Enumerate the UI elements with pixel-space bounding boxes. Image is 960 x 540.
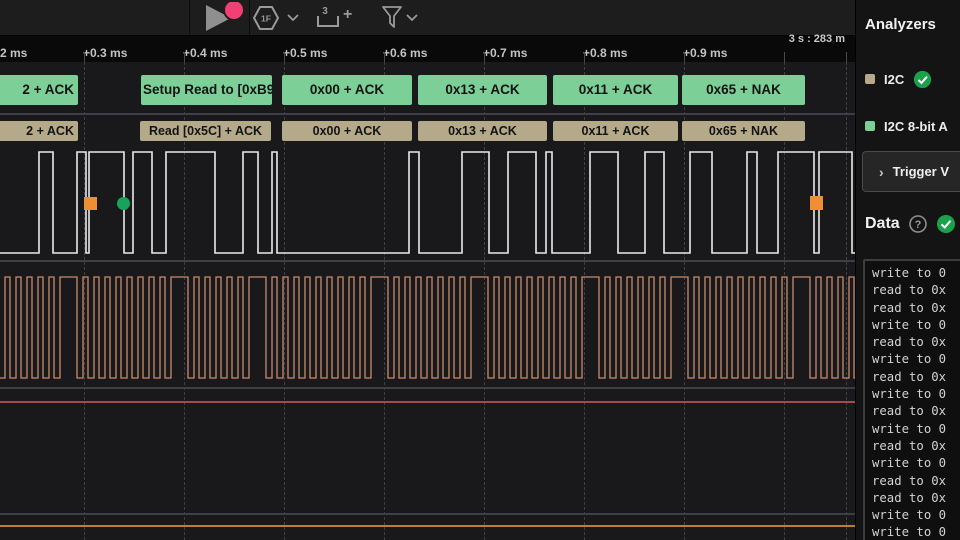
check-badge-icon [936, 215, 955, 233]
orange-square-marker[interactable] [84, 197, 97, 210]
i2c-8bit-annotations-bubble[interactable]: 0x00 + ACK [282, 75, 412, 105]
analyzers-title: Analyzers [865, 16, 936, 33]
data-log-line: write to 0 [872, 387, 947, 402]
i2c-annotations-bubble[interactable]: 0x00 + ACK [282, 121, 412, 141]
channel-separator [0, 387, 855, 389]
timeline-ruler[interactable]: 3 s : 283 m 2 ms +0.3 ms +0.4 ms +0.5 ms +0.… [0, 33, 855, 62]
data-log-panel[interactable]: write to 0 read to 0x read to 0x write to 0… [863, 259, 960, 540]
data-log-line: write to 0 [872, 266, 947, 280]
i2c-8bit-annotations-bubble[interactable]: 0x11 + ACK [553, 75, 678, 105]
i2c-8bit-annotations-bubble[interactable]: Setup Read to [0xB9 [141, 75, 272, 105]
analyzer-item-i2c[interactable]: I2C [865, 69, 932, 89]
data-log-line: write to 0 [872, 456, 947, 471]
trigger-view-label: Trigger V [892, 164, 950, 179]
logic-analyzer-app: 1F 3 + 3 s : 283 m 2 ms +0.3 ms +0.4 ms +0.… [0, 0, 960, 540]
data-log-line: read to 0x [872, 473, 947, 488]
svg-text:?: ? [914, 219, 921, 231]
data-log-line: read to 0x [872, 490, 947, 505]
timeline-tick [84, 52, 85, 62]
chevron-down-icon[interactable] [287, 14, 299, 22]
analyzer-item-i2c-8-bit-a[interactable]: I2C 8-bit A [865, 116, 948, 136]
i2c-annotations-bubble[interactable]: Read [0x5C] + ACK [140, 121, 271, 141]
timeline-tick-label: +0.4 ms [183, 46, 228, 60]
i2c-annotations-bubble[interactable]: 2 + ACK [0, 121, 78, 141]
chevron-down-icon[interactable] [406, 14, 418, 22]
measurement-icon[interactable]: 3 [315, 3, 343, 31]
data-log-line: write to 0 [872, 525, 947, 540]
device-tag-icon[interactable]: 1F [251, 4, 281, 32]
add-measurement-button[interactable]: + [343, 6, 352, 24]
data-header: Data ? [865, 214, 956, 234]
data-log-line: write to 0 [872, 421, 947, 436]
check-badge-icon [914, 70, 932, 88]
channel-separator [0, 260, 855, 262]
data-log-line: read to 0x [872, 283, 947, 298]
data-log-line: write to 0 [872, 317, 947, 332]
sidebar-panel: Analyzers I2C I2C 8-bit A › Trigger V Dat… [855, 0, 960, 540]
record-dot-icon [223, 2, 245, 21]
svg-text:3: 3 [322, 6, 328, 17]
capture-range-label: 3 s : 283 m [788, 33, 845, 45]
toolbar-separator [249, 0, 250, 35]
timeline-tick [684, 52, 685, 62]
data-log-line: read to 0x [872, 369, 947, 384]
timeline-tick [784, 52, 785, 62]
data-log-line: read to 0x [872, 300, 947, 315]
waveform-viewport[interactable]: 2 + ACK Setup Read to [0xB9 0x00 + ACK 0x13… [0, 62, 855, 540]
timeline-tick [284, 52, 285, 62]
i2c-annotations-bubble[interactable]: 0x11 + ACK [553, 121, 678, 141]
data-title: Data [865, 215, 900, 232]
data-log-line: read to 0x [872, 404, 947, 419]
toolbar-separator [189, 0, 190, 35]
data-log-line: read to 0x [872, 438, 947, 453]
data-log-line: write to 0 [872, 508, 947, 523]
i2c-annotations-bubble[interactable]: 0x65 + NAK [682, 121, 805, 141]
timeline-tick [846, 52, 847, 62]
timeline-tick-label: +0.6 ms [383, 46, 428, 60]
analyzer-label: I2C [884, 71, 905, 87]
data-log-line: write to 0 [872, 352, 947, 367]
trigger-view-button[interactable]: › Trigger V [862, 151, 960, 192]
timeline-tick-label: +0.8 ms [583, 46, 628, 60]
scl-clock-trace [0, 276, 855, 379]
timeline-tick [584, 52, 585, 62]
toolbar: 1F 3 + [0, 0, 855, 36]
orange-square-marker[interactable] [810, 196, 823, 210]
timeline-tick [384, 52, 385, 62]
channel-separator [0, 113, 855, 115]
analyzer-color-swatch [865, 74, 875, 84]
analyzer-label: I2C 8-bit A [884, 118, 948, 134]
timeline-tick [484, 52, 485, 62]
i2c-8bit-annotations-bubble[interactable]: 0x65 + NAK [682, 75, 805, 105]
chevron-right-icon: › [879, 163, 884, 180]
timeline-tick-label: +0.9 ms [683, 46, 728, 60]
timeline-tick-label: +0.7 ms [483, 46, 528, 60]
svg-text:1F: 1F [261, 14, 271, 24]
timeline-tick [184, 52, 185, 62]
help-icon[interactable]: ? [908, 214, 928, 234]
i2c-8bit-annotations-bubble[interactable]: 2 + ACK [0, 75, 78, 105]
i2c-annotations-bubble[interactable]: 0x13 + ACK [418, 121, 547, 141]
green-circle-marker[interactable] [117, 197, 130, 210]
data-log-line: read to 0x [872, 335, 947, 350]
trigger-funnel-icon[interactable] [381, 5, 403, 31]
channel-separator [0, 513, 855, 515]
timeline-tick-label: 2 ms [0, 46, 28, 60]
analyzer-color-swatch [865, 121, 875, 131]
play-record-button[interactable] [198, 2, 248, 34]
i2c-8bit-annotations-bubble[interactable]: 0x13 + ACK [418, 75, 547, 105]
timeline-tick-label: +0.5 ms [283, 46, 328, 60]
timeline-tick-label: +0.3 ms [83, 46, 128, 60]
